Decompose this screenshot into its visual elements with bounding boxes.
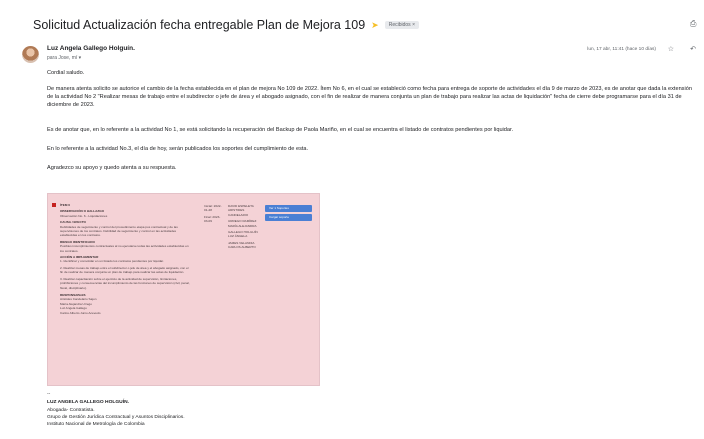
paragraph-1: De manera atenta solicito se autorice el… — [47, 86, 692, 109]
doc-dates-column: Inicial: 2022-01-28 Final: 2023-03-09 — [204, 204, 224, 224]
red-marker — [52, 203, 56, 207]
doc-riesgo-text: Posibles incumplimientos contractuales a… — [60, 244, 189, 253]
signature-name: LUZ ANGELA GALLEGO HOLGUÍN. — [47, 400, 129, 405]
label-chip-inbox[interactable]: Recibidos × — [384, 21, 419, 29]
important-marker-icon[interactable]: ➤ — [371, 20, 379, 31]
email-subject: Solicitud Actualización fecha entregable… — [33, 18, 366, 32]
paragraph-3: En lo referente a la actividad No.3, el … — [47, 146, 309, 152]
doc-name-3: GALLEGO HOLGUÍN LUZ ÁNGELA — [228, 230, 258, 239]
doc-resp-4: Carlos Alberto Junio Acevedo — [60, 310, 101, 315]
doc-obs-text: Observación No. 6 - Liquidaciones — [60, 213, 108, 218]
doc-names-column: DAVID ESPELETA ARISTIDES CANDELARIO URRE… — [228, 204, 261, 250]
doc-main-column: ÍTEM 6 OBSERVACIÓN O HALLAZGO Observació… — [60, 203, 190, 315]
subject-row: Solicitud Actualización fecha entregable… — [33, 18, 419, 32]
sender-name[interactable]: Luz Angela Gallego Holguín. — [47, 45, 135, 52]
avatar[interactable] — [22, 46, 39, 63]
greeting: Cordial saludo. — [47, 70, 85, 76]
doc-causa-text: Debilidades de seguimiento y control del… — [60, 224, 178, 238]
doc-name-2: URREGO RAMÍREZ MARÍA ALEJANDRA — [228, 219, 257, 228]
doc-date-end: Final: 2023-03-09 — [204, 214, 221, 224]
doc-item: ÍTEM 6 — [60, 203, 70, 207]
paragraph-2: Es de anotar que, en lo referente a la a… — [47, 127, 514, 133]
doc-accion-1: 1. Identificar y consolidar en un listad… — [60, 259, 164, 264]
signature-group: Grupo de Gestión Jurídica Contractual y … — [47, 415, 185, 420]
recipients-line[interactable]: para Jose, mí ▾ — [47, 55, 81, 61]
paragraph-4: Agradezco su apoyo y quedo atenta a su r… — [47, 165, 177, 171]
view-supports-button: Ver 1 Soportes — [265, 205, 312, 212]
email-date: lun, 17 abr, 11:41 (hace 10 días) — [587, 47, 656, 52]
upload-support-button: Cargar soporte — [265, 214, 312, 221]
print-icon[interactable]: ⎙ — [690, 20, 698, 28]
doc-accion-2: 2. Realizar mesas de trabajo entre el su… — [60, 265, 189, 275]
signature-role: Abogada- Contratista. — [47, 408, 95, 413]
doc-name-4: JAMES VELANDIA CARLOS ALBERTO — [228, 240, 256, 250]
signature-dash: -- — [47, 392, 51, 397]
signature-institution: Instituto Nacional de Metrología de Colo… — [47, 422, 145, 427]
doc-accion-3: 3. Realizar capacitación sobre el ejerci… — [60, 276, 190, 290]
embedded-plan-image: ÍTEM 6 OBSERVACIÓN O HALLAZGO Observació… — [47, 193, 320, 386]
reply-icon[interactable]: ↶ — [690, 45, 696, 53]
star-icon[interactable]: ☆ — [668, 45, 674, 53]
doc-name-1: DAVID ESPELETA ARISTIDES CANDELARIO — [228, 204, 254, 217]
doc-date-start: Inicial: 2022-01-28 — [204, 204, 222, 213]
